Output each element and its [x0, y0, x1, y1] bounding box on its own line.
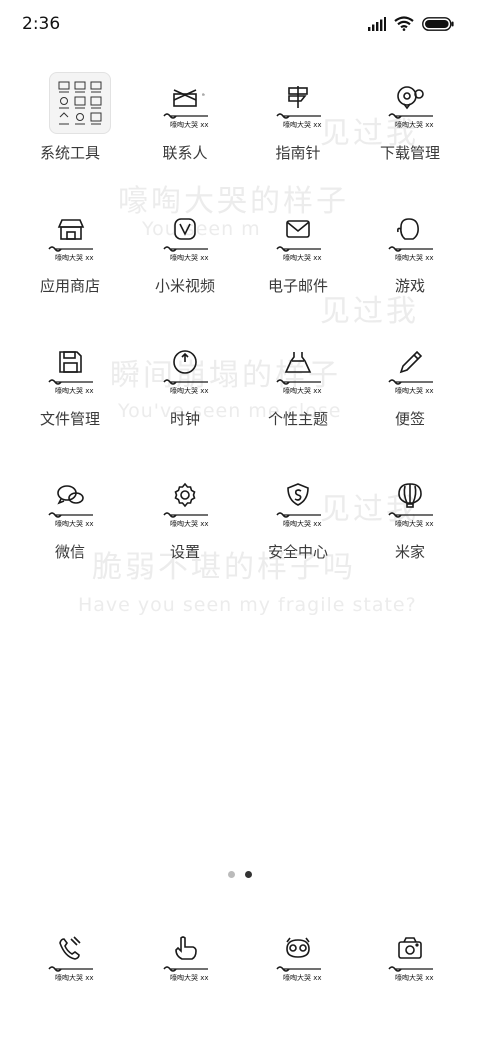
app-label: 指南针 [275, 144, 321, 162]
app-label: 时钟 [169, 410, 200, 428]
svg-text:嚎啕大哭 xx: 嚎啕大哭 xx [55, 973, 94, 982]
camera-icon: 嚎啕大哭 xx [387, 925, 451, 989]
app-label: 联系人 [162, 144, 208, 162]
app-notes[interactable]: 嚎啕大哭 xx 便签 [350, 338, 470, 458]
dock-camera[interactable]: 嚎啕大哭 xx [350, 925, 470, 1045]
wifi-icon [394, 16, 414, 31]
svg-text:嚎啕大哭 xx: 嚎啕大哭 xx [170, 386, 209, 395]
app-label: 微信 [54, 543, 85, 561]
svg-text:嚎啕大哭 xx: 嚎啕大哭 xx [283, 386, 322, 395]
app-files[interactable]: 嚎啕大哭 xx 文件管理 [10, 338, 130, 458]
svg-text:嚎啕大哭 xx: 嚎啕大哭 xx [283, 120, 322, 129]
svg-text:嚎啕大哭 xx: 嚎啕大哭 xx [395, 253, 434, 262]
shield-icon: 嚎啕大哭 xx [275, 471, 339, 535]
svg-text:嚎啕大哭 xx: 嚎啕大哭 xx [170, 973, 209, 982]
battery-icon [422, 16, 454, 31]
svg-text:嚎啕大哭 xx: 嚎啕大哭 xx [283, 253, 322, 262]
page-dot-2-active[interactable] [245, 871, 252, 878]
app-downloads[interactable]: 嚎啕大哭 xx 下载管理 [350, 72, 470, 192]
page-indicator [0, 871, 480, 878]
app-label: 游戏 [394, 277, 425, 295]
svg-text:嚎啕大哭 xx: 嚎啕大哭 xx [283, 519, 322, 528]
app-contacts[interactable]: ᵃ 嚎啕大哭 xx 联系人 [125, 72, 245, 192]
svg-text:ᵃ: ᵃ [202, 92, 205, 100]
phone-icon: 嚎啕大哭 xx [47, 925, 111, 989]
page-dot-1[interactable] [228, 871, 235, 878]
status-bar: 2:36 [0, 0, 480, 52]
app-settings[interactable]: 嚎啕大哭 xx 设置 [125, 471, 245, 591]
app-label: 电子邮件 [267, 277, 328, 295]
svg-text:嚎啕大哭 xx: 嚎啕大哭 xx [395, 120, 434, 129]
status-icons [368, 16, 454, 31]
svg-text:嚎啕大哭 xx: 嚎啕大哭 xx [55, 386, 94, 395]
wallpaper-text: Have you seen my fragile state? [78, 594, 417, 616]
download-icon: 嚎啕大哭 xx [387, 72, 451, 136]
signal-icon [368, 16, 386, 31]
svg-text:嚎啕大哭 xx: 嚎啕大哭 xx [55, 253, 94, 262]
mail-icon: 嚎啕大哭 xx [275, 205, 339, 269]
app-wechat[interactable]: 嚎啕大哭 xx 微信 [10, 471, 130, 591]
status-time: 2:36 [22, 14, 61, 34]
app-label: 小米视频 [154, 277, 215, 295]
contacts-icon: ᵃ 嚎啕大哭 xx [162, 72, 226, 136]
dock-browser[interactable]: 嚎啕大哭 xx [125, 925, 245, 1045]
app-label: 设置 [169, 543, 200, 561]
app-label: 系统工具 [39, 144, 100, 162]
app-store[interactable]: 嚎啕大哭 xx 应用商店 [10, 205, 130, 325]
signpost-icon: 嚎啕大哭 xx [275, 72, 339, 136]
svg-text:嚎啕大哭 xx: 嚎啕大哭 xx [395, 519, 434, 528]
svg-text:嚎啕大哭 xx: 嚎啕大哭 xx [395, 973, 434, 982]
dock-messages[interactable]: 嚎啕大哭 xx [238, 925, 358, 1045]
app-label: 应用商店 [39, 277, 100, 295]
app-security[interactable]: 嚎啕大哭 xx 安全中心 [238, 471, 358, 591]
app-compass[interactable]: 嚎啕大哭 xx 指南针 [238, 72, 358, 192]
video-icon: 嚎啕大哭 xx [162, 205, 226, 269]
balloon-icon: 嚎啕大哭 xx [387, 471, 451, 535]
face-icon: 嚎啕大哭 xx [275, 925, 339, 989]
app-mijia[interactable]: 嚎啕大哭 xx 米家 [350, 471, 470, 591]
app-video[interactable]: 嚎啕大哭 xx 小米视频 [125, 205, 245, 325]
svg-text:嚎啕大哭 xx: 嚎啕大哭 xx [170, 120, 209, 129]
svg-text:嚎啕大哭 xx: 嚎啕大哭 xx [170, 519, 209, 528]
svg-text:嚎啕大哭 xx: 嚎啕大哭 xx [395, 386, 434, 395]
app-label: 个性主题 [267, 410, 328, 428]
glove-icon: 嚎啕大哭 xx [387, 205, 451, 269]
dock-phone[interactable]: 嚎啕大哭 xx [10, 925, 130, 1045]
hand-icon: 嚎啕大哭 xx [162, 925, 226, 989]
floppy-icon: 嚎啕大哭 xx [47, 338, 111, 402]
app-label: 下载管理 [379, 144, 440, 162]
app-clock[interactable]: 嚎啕大哭 xx 时钟 [125, 338, 245, 458]
app-label: 安全中心 [267, 543, 328, 561]
svg-text:嚎啕大哭 xx: 嚎啕大哭 xx [283, 973, 322, 982]
app-label: 米家 [394, 543, 425, 561]
app-email[interactable]: 嚎啕大哭 xx 电子邮件 [238, 205, 358, 325]
app-system-tools[interactable]: 系统工具 [10, 72, 130, 192]
chat-icon: 嚎啕大哭 xx [47, 471, 111, 535]
svg-text:嚎啕大哭 xx: 嚎啕大哭 xx [170, 253, 209, 262]
app-themes[interactable]: 嚎啕大哭 xx 个性主题 [238, 338, 358, 458]
clock-icon: 嚎啕大哭 xx [162, 338, 226, 402]
app-games[interactable]: 嚎啕大哭 xx 游戏 [350, 205, 470, 325]
folder-icon [47, 72, 111, 136]
svg-text:嚎啕大哭 xx: 嚎啕大哭 xx [55, 519, 94, 528]
store-icon: 嚎啕大哭 xx [47, 205, 111, 269]
pencil-icon: 嚎啕大哭 xx [387, 338, 451, 402]
dress-icon: 嚎啕大哭 xx [275, 338, 339, 402]
gear-icon: 嚎啕大哭 xx [162, 471, 226, 535]
dock: 嚎啕大哭 xx 嚎啕大哭 xx 嚎啕大哭 xx 嚎啕大哭 xx [0, 925, 480, 995]
app-label: 文件管理 [39, 410, 100, 428]
app-label: 便签 [394, 410, 425, 428]
